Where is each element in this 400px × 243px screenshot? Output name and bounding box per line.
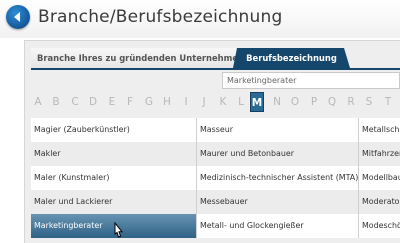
letter-r[interactable]: R <box>344 92 358 112</box>
letter-i[interactable]: I <box>179 92 193 112</box>
tab-underline <box>31 68 400 70</box>
letter-d[interactable]: D <box>86 92 100 112</box>
table-cell[interactable]: Magier (Zauberkünstler) <box>31 118 196 142</box>
header-bar: Branche/Berufsbezeichnung <box>0 0 400 38</box>
tab-berufsbezeichnung[interactable]: Berufsbezeichnung <box>233 48 350 68</box>
table-row: Makler Maurer und Betonbauer Mitfahrzent… <box>31 142 400 166</box>
table-cell[interactable]: Metall- und Glockengießer <box>196 214 358 238</box>
letter-f[interactable]: F <box>123 92 137 112</box>
table-cell[interactable]: Modellbauer <box>358 166 400 190</box>
letter-g[interactable]: G <box>142 92 156 112</box>
alphabet-filter: A B C D E F G H I J K L M N O P Q R S T <box>31 92 400 112</box>
table-cell[interactable]: Masseur <box>196 118 358 142</box>
search-input[interactable] <box>222 72 400 89</box>
letter-e[interactable]: E <box>105 92 119 112</box>
letter-k[interactable]: K <box>216 92 230 112</box>
table-cell[interactable]: Metallschlei <box>358 118 400 142</box>
profession-table: Magier (Zauberkünstler) Masseur Metallsc… <box>31 118 400 243</box>
letter-t[interactable]: T <box>381 92 395 112</box>
letter-m[interactable]: M <box>250 92 264 112</box>
table-row: Magier (Zauberkünstler) Masseur Metallsc… <box>31 118 400 142</box>
letter-o[interactable]: O <box>288 92 302 112</box>
letter-p[interactable]: P <box>307 92 321 112</box>
letter-q[interactable]: Q <box>325 92 339 112</box>
table-cell[interactable]: Maler und Lackierer <box>31 190 196 214</box>
letter-l[interactable]: L <box>234 92 248 112</box>
table-cell[interactable]: Modeschöpf <box>358 214 400 238</box>
table-row: Marketingberater Metall- und Glockengieß… <box>31 214 400 238</box>
table-cell[interactable]: Maler (Kunstmaler) <box>31 166 196 190</box>
letter-h[interactable]: H <box>160 92 174 112</box>
page-title: Branche/Berufsbezeichnung <box>38 7 283 27</box>
back-button[interactable] <box>6 5 30 29</box>
arrow-left-icon <box>14 12 20 22</box>
table-row: Maler (Kunstmaler) Medizinisch-technisch… <box>31 166 400 190</box>
letter-n[interactable]: N <box>270 92 284 112</box>
tab-bar: Branche Ihres zu gründenden Unternehmens… <box>31 48 400 68</box>
letter-j[interactable]: J <box>197 92 211 112</box>
table-cell[interactable]: Maurer und Betonbauer <box>196 142 358 166</box>
letter-s[interactable]: S <box>362 92 376 112</box>
table-row: Maler und Lackierer Messebauer Moderator <box>31 190 400 214</box>
table-cell[interactable]: Mitfahrzentr <box>358 142 400 166</box>
table-cell[interactable]: Moderator <box>358 190 400 214</box>
letter-c[interactable]: C <box>68 92 82 112</box>
table-cell[interactable]: Makler <box>31 142 196 166</box>
table-cell[interactable]: Messebauer <box>196 190 358 214</box>
letter-b[interactable]: B <box>49 92 63 112</box>
table-cell[interactable]: Medizinisch-technischer Assistent (MTA) <box>196 166 358 190</box>
letter-a[interactable]: A <box>31 92 45 112</box>
pointer-cursor-icon <box>114 222 124 238</box>
tab-branche[interactable]: Branche Ihres zu gründenden Unternehmens <box>31 48 249 68</box>
